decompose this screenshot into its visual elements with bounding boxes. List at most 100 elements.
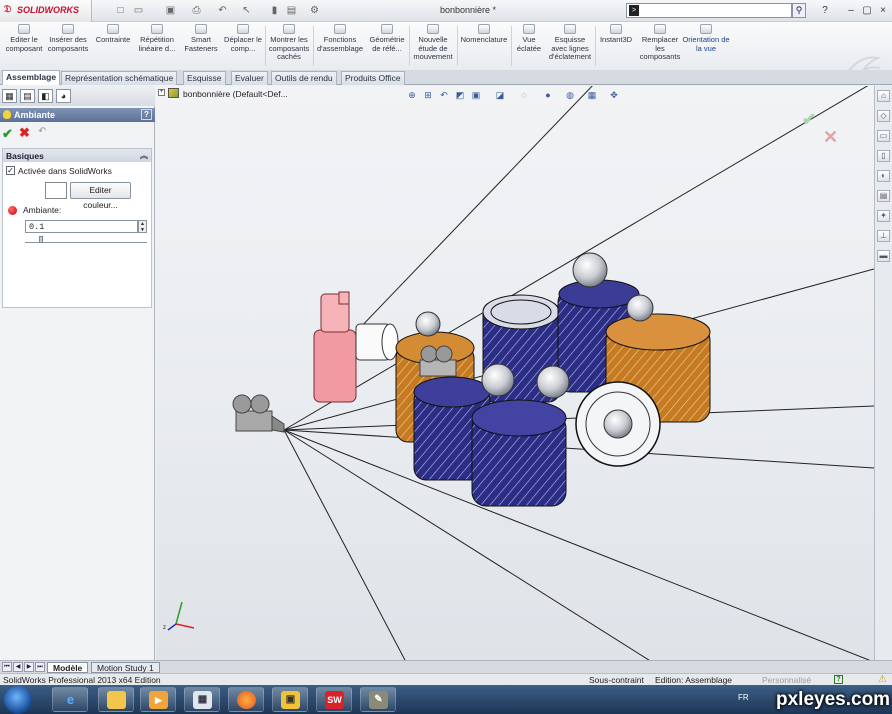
units-status[interactable]: Personnalisé (762, 675, 811, 685)
new-document-icon[interactable]: □ (114, 4, 127, 17)
file-explorer-icon[interactable]: ▭ (877, 130, 890, 142)
custom-properties-icon[interactable]: ▤ (877, 190, 890, 202)
start-button[interactable] (4, 686, 32, 714)
feature-manager-icon[interactable]: ▦ (2, 89, 17, 103)
move-component-button[interactable]: Déplacer le comp... (222, 24, 264, 70)
replace-components-button[interactable]: Remplacer les composants (638, 24, 682, 70)
tab-evaluer[interactable]: Evaluer (231, 71, 268, 85)
close-icon[interactable]: × (876, 4, 890, 18)
edit-component-button[interactable]: Editer le composant (2, 24, 46, 70)
confirm-corner-ok-icon[interactable]: ✔ (802, 110, 816, 130)
hide-show-items-icon[interactable]: ◌ (518, 89, 530, 101)
section-view-icon[interactable]: ◩ (454, 89, 466, 101)
minimize-icon[interactable]: – (844, 4, 858, 18)
taskbar-firefox[interactable] (228, 687, 264, 712)
expand-icon[interactable]: + (158, 89, 165, 96)
color-swatch[interactable] (45, 182, 67, 199)
task-pane-tool-9-icon[interactable]: ▬ (877, 250, 890, 262)
undo-icon[interactable]: ↶ (38, 126, 46, 137)
apply-scene-icon[interactable]: ◍ (564, 89, 576, 101)
group-header[interactable]: Basiques ︽ (3, 149, 151, 162)
move-icon[interactable]: ✥ (608, 89, 620, 101)
zoom-to-area-icon[interactable]: ⊞ (422, 89, 434, 101)
taskbar-calculator[interactable]: ▦ (184, 687, 220, 712)
group-title: Basiques (6, 151, 44, 161)
display-manager-icon[interactable]: ◕ (56, 89, 71, 103)
resources-icon[interactable]: ⌂ (877, 90, 890, 102)
first-tab-icon[interactable]: ⏮ (2, 662, 12, 672)
linear-pattern-button[interactable]: Répétition linéaire d... (135, 24, 179, 70)
collapse-chevron-icon[interactable]: ︽ (140, 150, 148, 161)
view-orientation-icon[interactable]: ▣ (470, 89, 482, 101)
language-indicator[interactable]: FR (738, 693, 749, 702)
restore-icon[interactable]: ▢ (860, 4, 874, 18)
new-motion-study-button[interactable]: Nouvelle étude de mouvement (410, 24, 456, 70)
search-icon[interactable]: ⚲ (792, 3, 806, 18)
bill-of-materials-button[interactable]: Nomenclature (458, 24, 510, 70)
quick-tips-icon[interactable]: ? (834, 675, 843, 684)
slider-thumb[interactable] (39, 236, 43, 243)
appearances-icon[interactable]: ◐ (877, 170, 890, 182)
taskbar-gimp[interactable]: ✎ (360, 687, 396, 712)
tab-representation-schematique[interactable]: Représentation schématique (61, 71, 178, 85)
view-palette-icon[interactable]: ▯ (877, 150, 890, 162)
ambient-value-input[interactable]: 0.1 (25, 220, 138, 233)
previous-view-icon[interactable]: ↶ (438, 89, 450, 101)
ambient-spinner[interactable]: ▲ ▼ (138, 220, 147, 233)
taskbar-explorer[interactable] (98, 687, 134, 712)
view-settings-icon[interactable]: ▦ (586, 89, 598, 101)
smart-fasteners-button[interactable]: Smart Fasteners (181, 24, 221, 70)
tab-esquisse[interactable]: Esquisse (183, 71, 226, 85)
open-document-icon[interactable]: ▭ (132, 4, 145, 17)
ambient-slider[interactable] (25, 236, 147, 243)
edit-color-button[interactable]: Editer couleur... (70, 182, 131, 210)
file-properties-icon[interactable]: ▤ (285, 4, 298, 17)
tab-outils-de-rendu[interactable]: Outils de rendu (271, 71, 337, 85)
search-input[interactable]: > (626, 3, 792, 18)
tab-modele[interactable]: Modèle (47, 662, 89, 673)
explode-line-sketch-button[interactable]: Esquisse avec lignes d'éclatement (546, 24, 594, 70)
last-tab-icon[interactable]: ⏭ (35, 662, 45, 672)
mate-button[interactable]: Contrainte (92, 24, 134, 70)
help-icon[interactable]: ? (818, 4, 832, 18)
taskbar-ie[interactable]: e (52, 687, 88, 712)
configuration-manager-icon[interactable]: ◧ (38, 89, 53, 103)
undo-icon[interactable]: ↶ (216, 4, 229, 17)
graphics-area[interactable]: + bonbonnière (Default<Def... ⊕ ⊞ ↶ ◩ ▣ … (156, 86, 874, 660)
zoom-to-fit-icon[interactable]: ⊕ (406, 89, 418, 101)
display-style-icon[interactable]: ◪ (494, 89, 506, 101)
solidworks-logo[interactable]: 𝔇 SOLIDWORKS (0, 0, 92, 22)
taskbar-media[interactable]: ▶ (140, 687, 176, 712)
tab-motion-study-1[interactable]: Motion Study 1 (91, 662, 160, 673)
previous-tab-icon[interactable]: ◀ (13, 662, 23, 672)
taskbar-app[interactable]: ▣ (272, 687, 308, 712)
enabled-checkbox[interactable]: ✓ (6, 166, 15, 175)
edit-appearance-icon[interactable]: ● (542, 89, 554, 101)
confirm-corner-cancel-icon[interactable]: ✕ (823, 127, 838, 148)
task-pane-tool-8-icon[interactable]: ⊥ (877, 230, 890, 242)
save-icon[interactable]: ▣ (164, 4, 177, 17)
tab-assemblage[interactable]: Assemblage (2, 70, 61, 85)
assembly-features-button[interactable]: Fonctions d'assemblage (314, 24, 366, 70)
help-button[interactable]: ? (141, 109, 152, 120)
show-hidden-components-button[interactable]: Montrer les composants cachés (266, 24, 312, 70)
rebuild-icon[interactable]: ▮ (268, 4, 281, 17)
taskbar-solidworks[interactable]: SW (316, 687, 352, 712)
ok-check-icon[interactable]: ✔ (2, 126, 13, 142)
instant3d-button[interactable]: Instant3D (596, 24, 636, 70)
select-icon[interactable]: ↖ (240, 4, 253, 17)
property-manager-icon[interactable]: ▤ (20, 89, 35, 103)
reference-geometry-button[interactable]: Géométrie de réfé... (366, 24, 408, 70)
next-tab-icon[interactable]: ▶ (24, 662, 34, 672)
task-pane-tool-7-icon[interactable]: ✦ (877, 210, 890, 222)
insert-components-button[interactable]: Insérer des composants (46, 24, 90, 70)
print-icon[interactable]: ⎙ (190, 4, 203, 17)
view-orientation-button[interactable]: Orientation de la vue (682, 24, 730, 70)
exploded-view-button[interactable]: Vue éclatée (512, 24, 546, 70)
rebuild-warning-icon[interactable]: ⚠ (878, 674, 887, 685)
cancel-x-icon[interactable]: ✖ (19, 125, 30, 141)
tab-produits-office[interactable]: Produits Office (341, 71, 405, 85)
design-library-icon[interactable]: ◇ (877, 110, 890, 122)
options-icon[interactable]: ⚙ (308, 4, 321, 17)
ds-logo-icon: 𝔇 (4, 4, 12, 15)
